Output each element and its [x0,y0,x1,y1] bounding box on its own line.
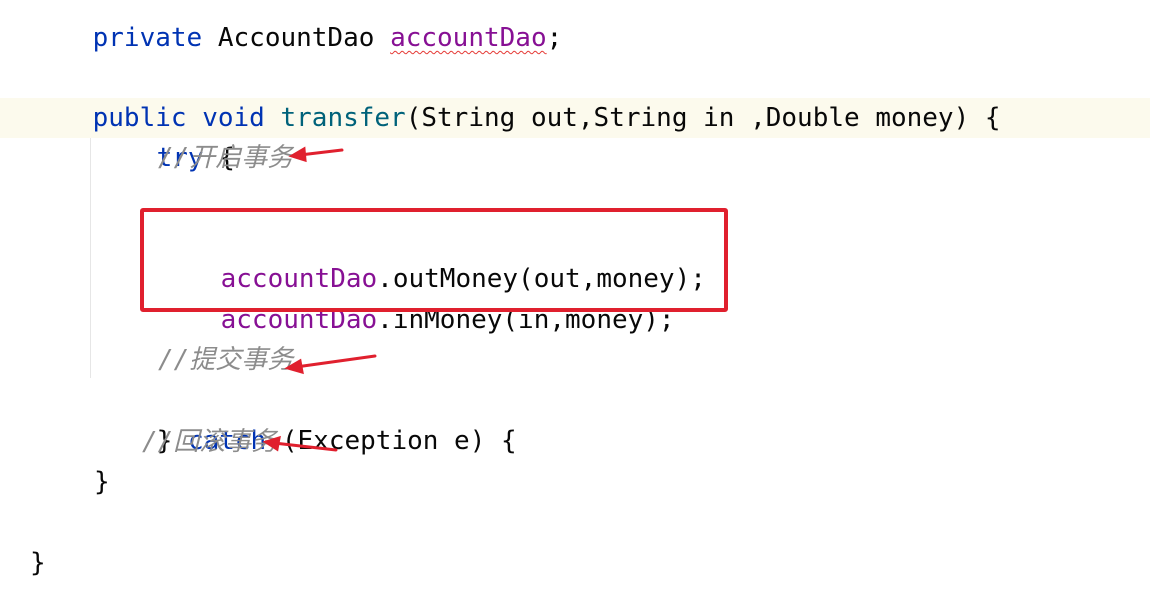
comment-commit-transaction: //提交事务 [158,345,294,375]
type-name: AccountDao [217,23,375,53]
field-name: accountDao [390,23,547,53]
comment-rollback-transaction: //回滚事务 [142,427,278,457]
semicolon: ; [546,23,563,53]
indent-guide [90,138,91,378]
code-line-catch[interactable]: } catch (Exception e) { [94,381,517,456]
arrow-commit-transaction [294,354,377,369]
arrowhead-begin-transaction [288,146,307,163]
catch-params: (Exception e) { [266,426,517,456]
annotation-highlight-box [140,208,728,312]
code-line-method-signature[interactable]: public void transfer(String out,String i… [30,58,1001,133]
code-line-close-method[interactable]: } [30,543,46,583]
code-editor[interactable]: private AccountDao accountDao; public vo… [0,0,1150,612]
code-line-close-catch[interactable]: } [94,462,110,502]
code-line-field-declaration[interactable]: private AccountDao accountDao; [30,0,563,53]
method-params: (String out,String in ,Double money) { [405,103,1001,133]
code-line-try[interactable]: try { [94,98,235,173]
keyword-private: private [92,23,203,53]
arrow-begin-transaction [298,148,344,157]
comment-begin-transaction: //开启事务 [158,143,294,173]
method-name: transfer [280,103,406,133]
